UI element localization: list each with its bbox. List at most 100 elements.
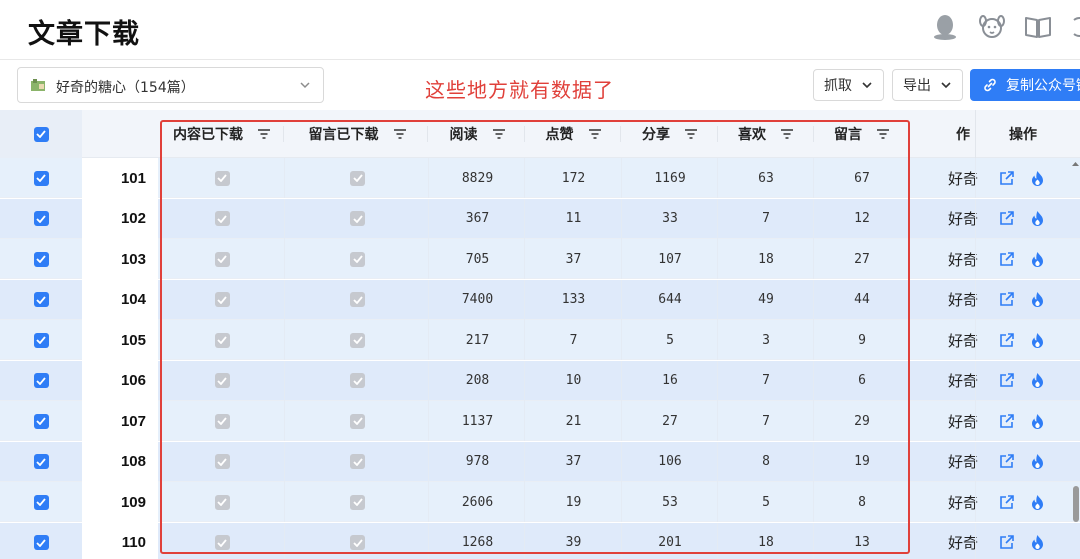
comments-cell: 13 bbox=[854, 535, 870, 550]
refresh-icon[interactable] bbox=[1068, 12, 1080, 42]
filter-icon[interactable] bbox=[588, 128, 602, 140]
row-id: 102 bbox=[120, 210, 146, 227]
content-downloaded-cell bbox=[162, 158, 282, 198]
content-downloaded-cell bbox=[162, 199, 282, 239]
row-checkbox[interactable] bbox=[33, 332, 49, 348]
fire-icon[interactable] bbox=[1026, 320, 1048, 360]
table-row[interactable]: 107 1137 21 27 7 29 好奇 bbox=[0, 401, 1080, 441]
fire-icon[interactable] bbox=[1026, 401, 1048, 441]
open-link-icon[interactable] bbox=[995, 199, 1017, 239]
fire-icon[interactable] bbox=[1026, 361, 1048, 401]
cell-divider bbox=[975, 522, 976, 559]
likes-cell: 10 bbox=[565, 373, 582, 388]
table-row[interactable]: 106 208 10 16 7 6 好奇 bbox=[0, 360, 1080, 401]
table-row[interactable]: 109 2606 19 53 5 8 好奇 bbox=[0, 482, 1080, 522]
comments-cell: 6 bbox=[858, 373, 866, 388]
row-id: 104 bbox=[120, 291, 146, 308]
row-id: 107 bbox=[120, 412, 146, 430]
scroll-up-arrow-icon[interactable] bbox=[1071, 160, 1080, 168]
open-link-icon[interactable] bbox=[995, 523, 1017, 559]
row-checkbox[interactable] bbox=[33, 170, 49, 186]
cell-divider bbox=[909, 198, 910, 239]
filter-icon[interactable] bbox=[876, 128, 890, 140]
fire-icon[interactable] bbox=[1026, 442, 1048, 482]
open-link-icon[interactable] bbox=[995, 401, 1017, 441]
table-row[interactable]: 108 978 37 106 8 19 好奇 bbox=[0, 441, 1080, 482]
row-checkbox[interactable] bbox=[33, 413, 49, 429]
book-icon[interactable] bbox=[1023, 12, 1053, 42]
likes-cell: 11 bbox=[565, 211, 582, 226]
comments-downloaded-checkbox bbox=[350, 454, 365, 469]
vertical-scrollbar[interactable] bbox=[1071, 160, 1080, 559]
select-all-checkbox[interactable] bbox=[33, 126, 49, 142]
row-select-cell bbox=[0, 158, 82, 198]
filter-icon[interactable] bbox=[492, 128, 506, 140]
col-comments[interactable]: 留言 bbox=[814, 110, 910, 158]
col-shares[interactable]: 分享 bbox=[622, 110, 718, 158]
favorites-cell: 3 bbox=[762, 332, 770, 348]
qq-icon[interactable] bbox=[930, 12, 960, 42]
filter-icon[interactable] bbox=[684, 128, 698, 140]
table-row[interactable]: 105 217 7 5 3 9 好奇 bbox=[0, 320, 1080, 360]
row-checkbox[interactable] bbox=[33, 292, 49, 307]
content-downloaded-checkbox bbox=[214, 454, 230, 469]
author-cell: 好奇 bbox=[948, 534, 978, 552]
likes-cell: 19 bbox=[565, 494, 582, 510]
fire-icon[interactable] bbox=[1026, 239, 1048, 279]
col-author[interactable]: 作 bbox=[948, 110, 978, 158]
fire-icon[interactable] bbox=[1026, 199, 1048, 239]
row-checkbox[interactable] bbox=[33, 535, 49, 550]
fire-icon[interactable] bbox=[1026, 482, 1048, 522]
open-link-icon[interactable] bbox=[995, 482, 1017, 522]
comments-downloaded-cell bbox=[285, 401, 430, 441]
table-row[interactable]: 102 367 11 33 7 12 好奇 bbox=[0, 198, 1080, 239]
table-row[interactable]: 101 8829 172 1169 63 67 好奇 bbox=[0, 158, 1080, 198]
table-row[interactable]: 104 7400 133 644 49 44 好奇 bbox=[0, 279, 1080, 320]
shares-cell: 1169 bbox=[654, 170, 686, 186]
fire-icon[interactable] bbox=[1026, 523, 1048, 559]
col-favorites[interactable]: 喜欢 bbox=[718, 110, 814, 158]
open-link-icon[interactable] bbox=[995, 361, 1017, 401]
open-link-icon[interactable] bbox=[995, 442, 1017, 482]
export-button-label: 导出 bbox=[903, 78, 931, 94]
open-link-icon[interactable] bbox=[995, 280, 1017, 320]
open-link-icon[interactable] bbox=[995, 239, 1017, 279]
scrollbar-thumb[interactable] bbox=[1073, 486, 1079, 522]
row-checkbox[interactable] bbox=[33, 373, 49, 388]
row-checkbox[interactable] bbox=[33, 251, 49, 267]
cell-divider bbox=[909, 320, 910, 360]
fetch-button[interactable]: 抓取 bbox=[813, 69, 884, 101]
filter-icon[interactable] bbox=[257, 128, 271, 140]
col-comments-downloaded[interactable]: 留言已下载 bbox=[285, 110, 430, 158]
fire-icon[interactable] bbox=[1026, 158, 1048, 198]
dog-icon[interactable] bbox=[977, 12, 1007, 42]
row-checkbox[interactable] bbox=[33, 211, 49, 226]
cell-divider bbox=[975, 239, 976, 279]
cell-divider bbox=[428, 198, 429, 239]
copy-link-button[interactable]: 复制公众号链 bbox=[970, 69, 1080, 101]
content-downloaded-checkbox bbox=[214, 494, 230, 510]
author-cell: 好奇 bbox=[948, 331, 978, 350]
open-link-icon[interactable] bbox=[995, 320, 1017, 360]
cell-divider bbox=[909, 522, 910, 559]
cell-divider bbox=[428, 360, 429, 401]
fetch-button-label: 抓取 bbox=[824, 78, 852, 94]
export-button[interactable]: 导出 bbox=[892, 69, 963, 101]
account-select[interactable]: 好奇的糖心（154篇） bbox=[17, 67, 324, 103]
table-row[interactable]: 103 705 37 107 18 27 好奇 bbox=[0, 239, 1080, 279]
col-reads[interactable]: 阅读 bbox=[430, 110, 525, 158]
filter-icon[interactable] bbox=[780, 128, 794, 140]
col-likes[interactable]: 点赞 bbox=[525, 110, 622, 158]
col-favorites-label: 喜欢 bbox=[738, 127, 766, 143]
cell-divider bbox=[909, 360, 910, 401]
comments-cell: 12 bbox=[854, 211, 870, 226]
fire-icon[interactable] bbox=[1026, 280, 1048, 320]
row-checkbox[interactable] bbox=[33, 494, 49, 510]
row-select-cell bbox=[0, 199, 82, 239]
open-link-icon[interactable] bbox=[995, 158, 1017, 198]
table-row[interactable]: 110 1268 39 201 18 13 好奇 bbox=[0, 522, 1080, 559]
col-content-downloaded[interactable]: 内容已下载 bbox=[162, 110, 282, 158]
filter-icon[interactable] bbox=[393, 128, 407, 140]
cell-divider bbox=[909, 441, 910, 482]
row-checkbox[interactable] bbox=[33, 454, 49, 469]
